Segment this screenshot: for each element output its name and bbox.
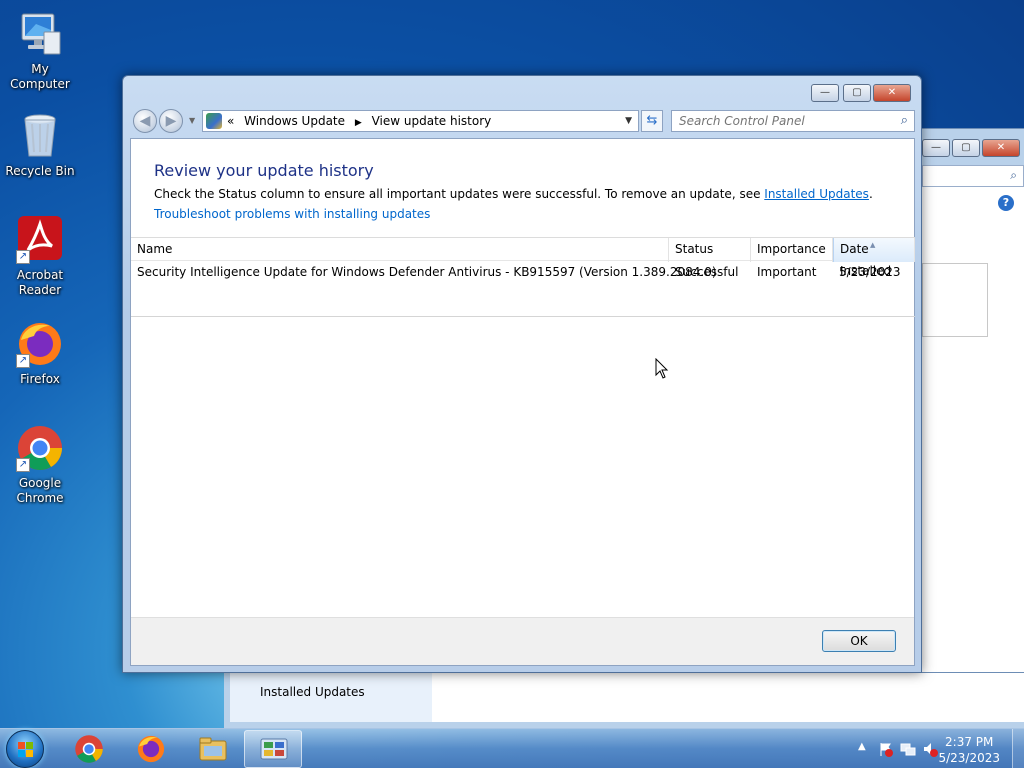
recent-pages-dropdown-icon[interactable]: ▼: [189, 116, 197, 125]
update-date-cell: 5/23/2023: [839, 265, 901, 279]
taskbar-chrome[interactable]: [60, 730, 118, 768]
list-header: Name Status Importance ▲ Date Installed: [131, 237, 915, 278]
bg-maximize-button[interactable]: ▢: [952, 139, 980, 157]
control-panel-icon: [259, 735, 289, 765]
breadcrumb-arrow-icon[interactable]: ▶: [355, 118, 362, 128]
sort-indicator-icon: ▲: [870, 241, 876, 249]
back-arrow-icon: ◀: [139, 113, 151, 129]
address-chevron[interactable]: «: [227, 114, 234, 128]
page-title: Review your update history: [154, 161, 374, 180]
close-button[interactable]: ✕: [873, 84, 911, 102]
bg-close-button[interactable]: ✕: [982, 139, 1020, 157]
taskbar-control-panel[interactable]: [244, 730, 302, 768]
desktop-icon-firefox[interactable]: ↗ Firefox: [0, 320, 80, 387]
breadcrumb-view-update-history[interactable]: View update history: [372, 114, 492, 128]
show-desktop-button[interactable]: [1012, 729, 1024, 768]
shortcut-arrow-icon: ↗: [16, 250, 30, 264]
description-text: Check the Status column to ensure all im…: [154, 187, 765, 201]
shortcut-arrow-icon: ↗: [16, 458, 30, 472]
forward-button[interactable]: ▶: [159, 109, 183, 133]
desktop-icon-my-computer[interactable]: My Computer: [0, 10, 80, 92]
table-row[interactable]: Security Intelligence Update for Windows…: [131, 261, 915, 283]
firefox-icon: [136, 734, 166, 764]
desktop-icon-google-chrome[interactable]: ↗ Google Chrome: [0, 424, 80, 506]
action-center-flag-icon[interactable]: [878, 741, 894, 757]
help-icon[interactable]: ?: [998, 195, 1014, 211]
page-description: Check the Status column to ensure all im…: [154, 187, 873, 201]
minimize-button[interactable]: —: [811, 84, 839, 102]
update-history-list: Name Status Importance ▲ Date Installed …: [131, 237, 915, 317]
system-tray: ▲ 2:37 PM 5/23/2023: [834, 729, 1024, 768]
update-name-cell: Security Intelligence Update for Windows…: [137, 265, 717, 279]
taskbar-file-explorer[interactable]: [184, 730, 242, 768]
ok-button[interactable]: OK: [822, 630, 896, 652]
address-bar[interactable]: « Windows Update ▶ View update history ▼: [202, 110, 639, 132]
search-icon: ⌕: [1010, 168, 1017, 182]
column-header-status[interactable]: Status: [669, 238, 751, 262]
file-explorer-icon: [198, 734, 228, 764]
description-end: .: [868, 187, 873, 201]
desktop-icon-label: Google Chrome: [16, 476, 64, 505]
content-area: Review your update history Check the Sta…: [130, 138, 915, 666]
acrobat-reader-icon: ↗: [16, 216, 64, 264]
desktop-icon-label: My Computer: [10, 62, 70, 91]
troubleshoot-link[interactable]: Troubleshoot problems with installing up…: [154, 207, 430, 221]
chrome-icon: ↗: [16, 424, 64, 472]
search-control-panel-box[interactable]: ⌕: [671, 110, 915, 132]
column-header-importance[interactable]: Importance: [751, 238, 833, 262]
taskbar-clock[interactable]: 2:37 PM 5/23/2023: [938, 734, 1000, 766]
bg-panel: [922, 263, 988, 337]
installed-updates-link[interactable]: Installed Updates: [260, 685, 365, 699]
bg-minimize-button[interactable]: —: [922, 139, 950, 157]
breadcrumb-windows-update[interactable]: Windows Update: [244, 114, 345, 128]
recycle-bin-icon: [16, 112, 64, 160]
mouse-cursor-icon: [655, 357, 669, 380]
installed-updates-link[interactable]: Installed Updates: [764, 187, 869, 201]
refresh-icon: ⇆: [646, 113, 658, 128]
desktop-icon-label: Firefox: [20, 372, 60, 386]
search-input[interactable]: [679, 111, 889, 131]
chrome-icon: [74, 734, 104, 764]
taskbar: ▲ 2:37 PM 5/23/2023: [0, 728, 1024, 768]
show-hidden-icons-icon[interactable]: ▲: [858, 741, 866, 752]
dialog-footer: OK: [131, 617, 914, 665]
control-panel-icon: [206, 113, 222, 129]
shortcut-arrow-icon: ↗: [16, 354, 30, 368]
clock-date: 5/23/2023: [938, 751, 1000, 765]
column-header-date-installed[interactable]: ▲ Date Installed: [833, 238, 915, 278]
clock-time: 2:37 PM: [945, 735, 994, 749]
column-header-name[interactable]: Name: [131, 238, 669, 262]
maximize-button[interactable]: ▢: [843, 84, 871, 102]
update-status-cell: Successful: [675, 265, 739, 279]
volume-muted-icon[interactable]: [922, 741, 938, 757]
view-update-history-window[interactable]: — ▢ ✕ ◀ ▶ ▼ « Windows Update ▶ View upda…: [122, 75, 922, 673]
desktop-icon-label: Acrobat Reader: [16, 268, 64, 297]
desktop-icon-acrobat-reader[interactable]: ↗ Acrobat Reader: [0, 216, 80, 298]
start-button[interactable]: [6, 730, 44, 768]
bg-search-input[interactable]: ⌕: [922, 165, 1024, 187]
network-icon[interactable]: [900, 741, 916, 757]
search-icon[interactable]: ⌕: [901, 111, 908, 131]
bg-window-content: [922, 165, 1024, 721]
forward-arrow-icon: ▶: [165, 113, 177, 129]
firefox-icon: ↗: [16, 320, 64, 368]
computer-icon: [16, 10, 64, 58]
refresh-button[interactable]: ⇆: [641, 110, 663, 132]
background-window-bottom: Installed Updates: [224, 672, 1024, 728]
desktop-icon-label: Recycle Bin: [5, 164, 75, 178]
background-window[interactable]: — ▢ ✕ ⌕ ?: [915, 128, 1024, 728]
taskbar-firefox[interactable]: [122, 730, 180, 768]
window-caption-buttons: — ▢ ✕: [811, 84, 913, 102]
address-dropdown-icon[interactable]: ▼: [625, 111, 632, 131]
back-button[interactable]: ◀: [133, 109, 157, 133]
windows-logo-icon: [18, 742, 34, 758]
update-importance-cell: Important: [757, 265, 817, 279]
navigation-bar: ◀ ▶ ▼ « Windows Update ▶ View update his…: [131, 108, 915, 134]
desktop-icon-recycle-bin[interactable]: Recycle Bin: [0, 112, 80, 179]
